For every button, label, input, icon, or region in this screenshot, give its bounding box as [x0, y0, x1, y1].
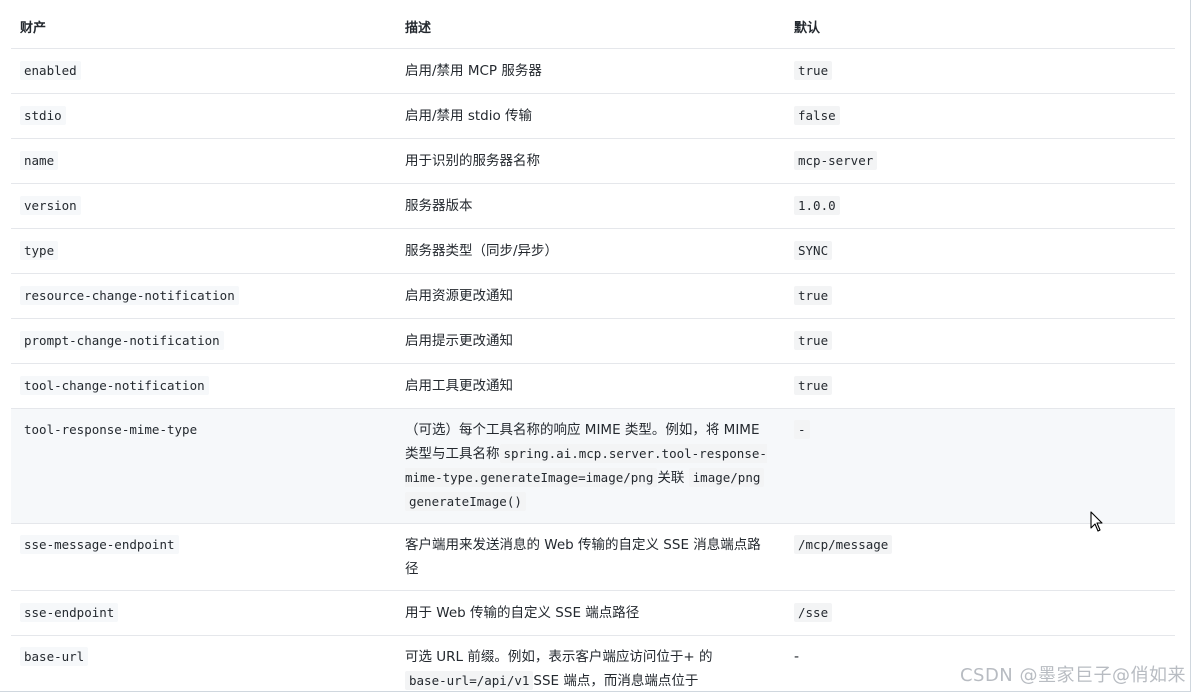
- property-cell: sse-message-endpoint: [11, 523, 396, 591]
- description-cell: （可选）每个工具名称的响应 MIME 类型。例如，将 MIME 类型与工具名称 s…: [396, 408, 785, 524]
- property-key: base-url: [20, 647, 89, 666]
- description-text: 可选 URL 前缀。例如，表示客户端应访问位于+ 的: [405, 649, 713, 665]
- table-row: tool-change-notification 启用工具更改通知 true: [11, 363, 1175, 409]
- table-header-row: 财产 描述 默认: [11, 4, 1175, 49]
- default-value: mcp-server: [794, 151, 878, 170]
- property-key: resource-change-notification: [20, 286, 239, 305]
- default-cell: true: [785, 363, 1175, 409]
- default-value: true: [794, 61, 833, 80]
- header-description: 描述: [396, 4, 785, 49]
- mouse-pointer-icon: [1090, 511, 1103, 532]
- property-key: tool-change-notification: [20, 376, 209, 395]
- default-value: SYNC: [794, 241, 833, 260]
- property-cell: base-url: [11, 635, 396, 691]
- property-cell: resource-change-notification: [11, 273, 396, 319]
- description-cell: 用于 Web 传输的自定义 SSE 端点路径: [396, 590, 785, 636]
- inline-code: base-url=/api/v1: [405, 671, 534, 690]
- property-key: name: [20, 151, 59, 170]
- table-row: stdio 启用/禁用 stdio 传输 false: [11, 93, 1175, 139]
- description-cell: 服务器版本: [396, 183, 785, 229]
- property-key: prompt-change-notification: [20, 331, 224, 350]
- description-cell: 启用/禁用 MCP 服务器: [396, 48, 785, 94]
- watermark: CSDN @墨家巨子@俏如来: [959, 665, 1186, 686]
- default-value: /mcp/message: [794, 535, 893, 554]
- table-row: resource-change-notification 启用资源更改通知 tr…: [11, 273, 1175, 319]
- property-cell: prompt-change-notification: [11, 318, 396, 364]
- property-cell: enabled: [11, 48, 396, 94]
- property-cell: type: [11, 228, 396, 274]
- table-row: tool-response-mime-type （可选）每个工具名称的响应 MI…: [11, 408, 1175, 524]
- default-value: /sse: [794, 603, 833, 622]
- default-value: 1.0.0: [794, 196, 840, 215]
- header-default: 默认: [785, 4, 1175, 49]
- description-cell: 服务器类型（同步/异步）: [396, 228, 785, 274]
- property-cell: tool-change-notification: [11, 363, 396, 409]
- default-cell: 1.0.0: [785, 183, 1175, 229]
- property-key: tool-response-mime-type: [20, 420, 202, 439]
- property-key: enabled: [20, 61, 81, 80]
- description-cell: 启用工具更改通知: [396, 363, 785, 409]
- property-cell: sse-endpoint: [11, 590, 396, 636]
- property-key: sse-message-endpoint: [20, 535, 179, 554]
- default-cell: /sse: [785, 590, 1175, 636]
- default-cell: /mcp/message: [785, 523, 1175, 591]
- property-key: sse-endpoint: [20, 603, 119, 622]
- table-row: enabled 启用/禁用 MCP 服务器 true: [11, 48, 1175, 94]
- header-property: 财产: [11, 4, 396, 49]
- default-cell: true: [785, 48, 1175, 94]
- table-row: version 服务器版本 1.0.0: [11, 183, 1175, 229]
- property-cell: stdio: [11, 93, 396, 139]
- content-frame: 财产 描述 默认 enabled 启用/禁用 MCP 服务器 true stdi…: [0, 0, 1191, 692]
- property-cell: version: [11, 183, 396, 229]
- description-cell: 启用/禁用 stdio 传输: [396, 93, 785, 139]
- properties-table: 财产 描述 默认 enabled 启用/禁用 MCP 服务器 true stdi…: [11, 4, 1175, 691]
- inline-code: image/png: [688, 468, 765, 487]
- table-row: prompt-change-notification 启用提示更改通知 true: [11, 318, 1175, 364]
- description-cell: 客户端用来发送消息的 Web 传输的自定义 SSE 消息端点路径: [396, 523, 785, 591]
- default-value: -: [794, 420, 810, 439]
- property-cell: name: [11, 138, 396, 184]
- description-cell: 启用资源更改通知: [396, 273, 785, 319]
- default-value: true: [794, 286, 833, 305]
- default-cell: mcp-server: [785, 138, 1175, 184]
- table-row: name 用于识别的服务器名称 mcp-server: [11, 138, 1175, 184]
- property-cell: tool-response-mime-type: [11, 408, 396, 524]
- description-cell: 可选 URL 前缀。例如，表示客户端应访问位于+ 的 base-url=/api/…: [396, 635, 785, 691]
- default-cell: false: [785, 93, 1175, 139]
- property-key: version: [20, 196, 81, 215]
- default-cell: true: [785, 273, 1175, 319]
- description-cell: 用于识别的服务器名称: [396, 138, 785, 184]
- table-row: sse-endpoint 用于 Web 传输的自定义 SSE 端点路径 /sse: [11, 590, 1175, 636]
- default-cell: SYNC: [785, 228, 1175, 274]
- table-row: type 服务器类型（同步/异步） SYNC: [11, 228, 1175, 274]
- default-value: true: [794, 331, 833, 350]
- default-value: true: [794, 376, 833, 395]
- default-value: false: [794, 106, 840, 125]
- table-row: sse-message-endpoint 客户端用来发送消息的 Web 传输的自…: [11, 523, 1175, 591]
- description-cell: 启用提示更改通知: [396, 318, 785, 364]
- description-text: 关联: [657, 470, 685, 486]
- property-key: stdio: [20, 106, 66, 125]
- inline-code: generateImage(): [405, 492, 526, 511]
- description-text: SSE 端点，而消息端点位于: [533, 673, 699, 689]
- default-cell: true: [785, 318, 1175, 364]
- default-cell: -: [785, 408, 1175, 524]
- property-key: type: [20, 241, 59, 260]
